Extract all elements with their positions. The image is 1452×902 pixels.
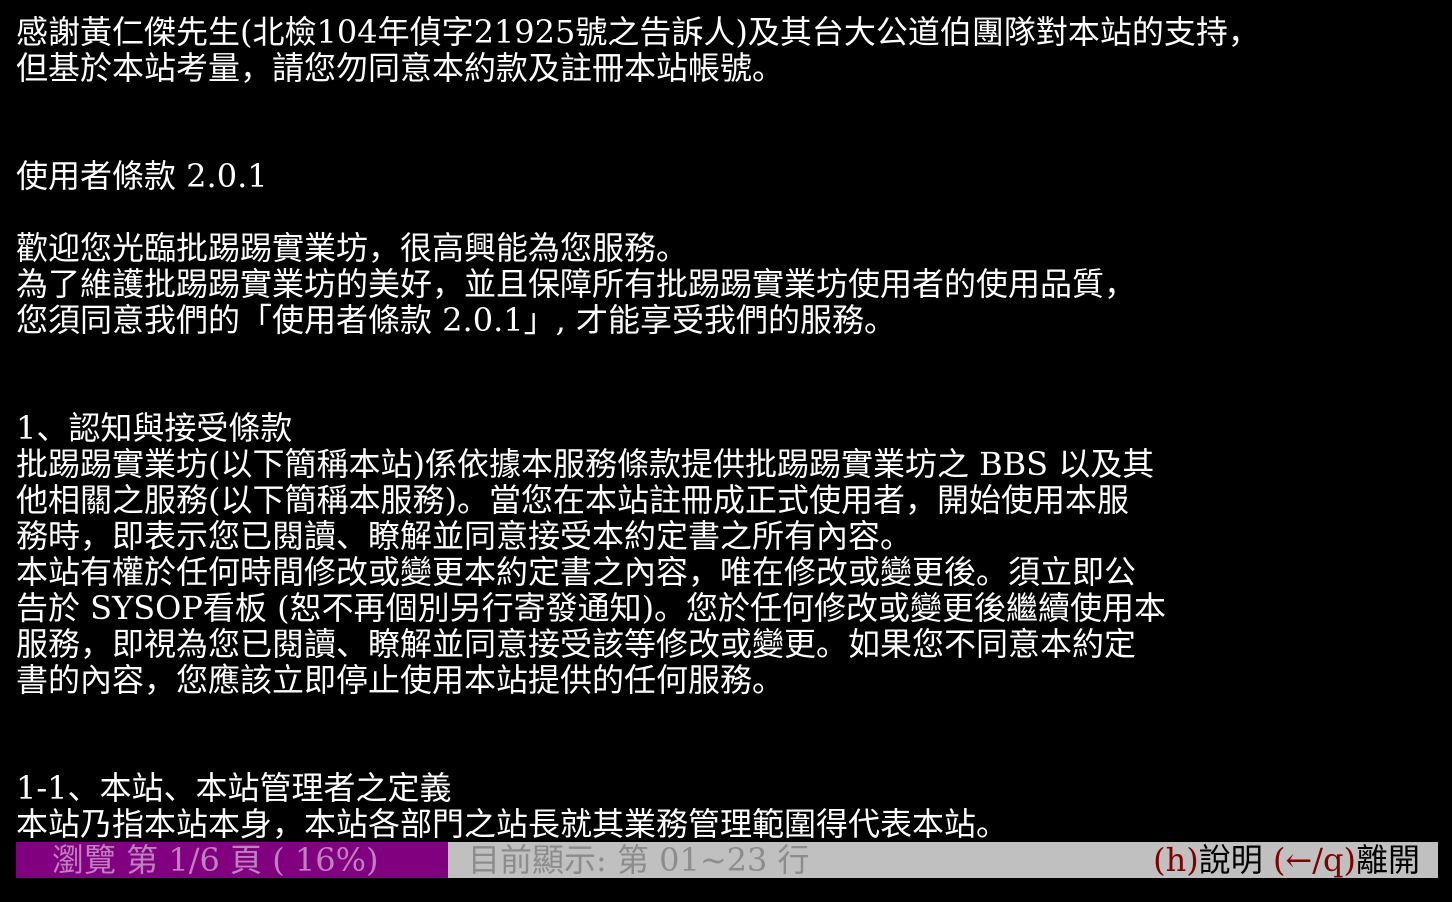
key-hints: (h)說明 (←/q)離開: [1153, 842, 1420, 878]
text-line: 為了維護批踢踢實業坊的美好，並且保障所有批踢踢實業坊使用者的使用品質，: [16, 266, 1137, 302]
help-label[interactable]: 說明: [1199, 842, 1263, 878]
text-line: [16, 86, 1436, 122]
bbs-terminal: 感謝黃仁傑先生(北檢104年偵字21925號之告訴人)及其台大公道伯團隊對本站的…: [0, 0, 1452, 902]
text-line: [16, 698, 1436, 734]
text-line: 感謝黃仁傑先生(北檢104年偵字21925號之告訴人)及其台大公道伯團隊對本站的…: [16, 14, 1260, 50]
text-line: 本站乃指本站本身，本站各部門之站長就其業務管理範圍得代表本站。: [16, 806, 1009, 842]
status-info: 目前顯示: 第 01~23 行 (h)說明 (←/q)離開: [448, 842, 1438, 878]
line-range-text: 目前顯示: 第 01~23 行: [468, 842, 810, 878]
text-line: 您須同意我們的「使用者條款 2.0.1」, 才能享受我們的服務。: [16, 302, 896, 338]
text-line: [16, 374, 1436, 410]
text-line: 書的內容，您應該立即停止使用本站提供的任何服務。: [16, 662, 785, 698]
text-line: 告於 SYSOP看板 (恕不再個別另行寄發通知)。您於任何修改或變更後繼續使用本: [16, 590, 1167, 626]
section-heading: 1-1、本站、本站管理者之定義: [16, 770, 452, 806]
quit-key[interactable]: (←/q): [1273, 842, 1356, 878]
article-body: 感謝黃仁傑先生(北檢104年偵字21925號之告訴人)及其台大公道伯團隊對本站的…: [16, 14, 1436, 842]
help-key[interactable]: (h): [1153, 842, 1199, 878]
text-line: 他相關之服務(以下簡稱本服務)。當您在本站註冊成正式使用者，開始使用本服: [16, 482, 1129, 518]
text-line: 務時，即表示您已閱讀、瞭解並同意接受本約定書之所有內容。: [16, 518, 913, 554]
text-line: [16, 122, 1436, 158]
page-indicator: 瀏覽 第 1/6 頁 ( 16%): [16, 842, 448, 878]
text-line: [16, 194, 1436, 230]
text-line: 歡迎您光臨批踢踢實業坊，很高興能為您服務。: [16, 230, 689, 266]
status-bar: 瀏覽 第 1/6 頁 ( 16%) 目前顯示: 第 01~23 行 (h)說明 …: [16, 842, 1438, 878]
section-heading: 1、認知與接受條款: [16, 410, 293, 446]
text-line: [16, 734, 1436, 770]
text-line: 但基於本站考量，請您勿同意本約款及註冊本站帳號。: [16, 50, 785, 86]
text-line: [16, 338, 1436, 374]
text-line: 服務，即視為您已閱讀、瞭解並同意接受該等修改或變更。如果您不同意本約定: [16, 626, 1137, 662]
section-title: 使用者條款 2.0.1: [16, 158, 268, 194]
text-line: 本站有權於任何時間修改或變更本約定書之內容，唯在修改或變更後。須立即公: [16, 554, 1137, 590]
text-line: 批踢踢實業坊(以下簡稱本站)係依據本服務條款提供批踢踢實業坊之 BBS 以及其: [16, 446, 1155, 482]
quit-label[interactable]: 離開: [1356, 842, 1420, 878]
